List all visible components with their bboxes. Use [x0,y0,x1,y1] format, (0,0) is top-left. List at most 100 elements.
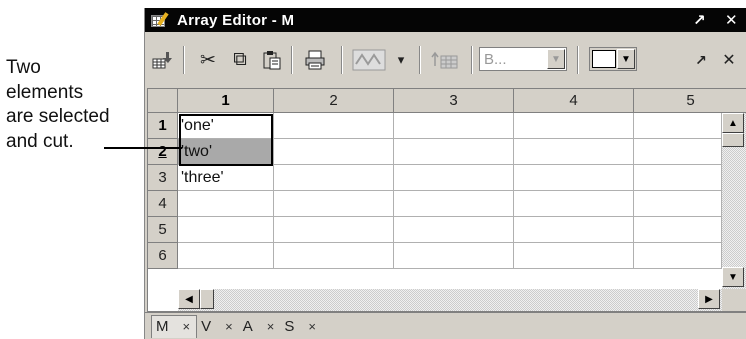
column-header[interactable]: 2 [274,89,394,113]
column-header[interactable]: 1 [178,89,274,113]
variable-tabs: M × V × A × S × [145,312,746,339]
size-combo-value [592,50,616,68]
grid-cell[interactable] [274,139,394,165]
tab-label: M [156,318,169,335]
tab-a[interactable]: A × [239,315,281,338]
grid-cell[interactable] [634,191,722,217]
vertical-scrollbar[interactable]: ▲ ▼ [722,113,746,289]
close-icon[interactable]: ✕ [719,47,739,73]
chevron-down-icon[interactable]: ▼ [617,49,635,69]
grid-cell[interactable] [514,217,634,243]
grid-cell[interactable] [178,217,274,243]
scroll-down-button[interactable]: ▼ [722,267,744,287]
grid-cell[interactable] [634,113,722,139]
grid-cell[interactable] [274,113,394,139]
tab-close-icon[interactable]: × [225,319,233,334]
toolbar: ✂ ⧉ ▾ B... ▼ ▼ ↗ ✕ [145,32,746,88]
row-header[interactable]: 1 [148,113,178,139]
grid-cell[interactable] [178,191,274,217]
undock-icon[interactable]: ↗ [693,11,706,29]
scroll-left-button[interactable]: ◀ [178,289,200,309]
grid-cell-selected[interactable]: 'two' [178,139,274,165]
import-data-button[interactable] [149,47,175,73]
grid-cell[interactable] [514,113,634,139]
grid-cell[interactable] [274,217,394,243]
vertical-scroll-thumb[interactable] [722,133,744,147]
tab-v[interactable]: V × [197,315,239,338]
annotation-line: Two [6,57,41,78]
tab-close-icon[interactable]: × [267,319,275,334]
grid-cell[interactable]: 'three' [178,165,274,191]
base-combo-value: B... [484,50,507,68]
paste-icon [263,51,281,70]
grid-cell[interactable] [178,243,274,269]
scroll-right-button[interactable]: ▶ [698,289,720,309]
plot-selection-button[interactable] [351,47,387,73]
sort-icon [431,51,458,69]
column-header[interactable]: 3 [394,89,514,113]
row-header[interactable]: 3 [148,165,178,191]
grid-cell[interactable]: 'one' [178,113,274,139]
grid-cell[interactable] [394,217,514,243]
annotation-line: elements [6,81,84,103]
annotation-line: and cut. [6,130,74,152]
horizontal-scroll-thumb[interactable] [200,289,214,309]
row-header[interactable]: 5 [148,217,178,243]
chevron-down-icon: ▾ [397,52,405,67]
scroll-up-button[interactable]: ▲ [722,113,744,133]
grid-cell[interactable] [274,165,394,191]
chevron-down-icon[interactable]: ▼ [547,49,565,69]
undock-icon[interactable]: ↗ [691,47,711,73]
array-editor-icon [151,12,171,28]
grid-corner[interactable] [148,89,178,113]
grid-cell[interactable] [514,243,634,269]
plot-dropdown-button[interactable]: ▾ [393,47,409,73]
grid-cell[interactable] [634,165,722,191]
row-header[interactable]: 6 [148,243,178,269]
annotation-text: Two elements are selected and cut. [6,56,146,154]
paste-button[interactable] [259,47,285,73]
scissors-icon: ✂ [200,49,216,71]
import-data-icon [152,52,172,69]
grid-cell[interactable] [274,243,394,269]
grid-cell[interactable] [394,191,514,217]
print-button[interactable] [301,47,329,73]
copy-button[interactable]: ⧉ [227,47,253,73]
grid-cell[interactable] [514,165,634,191]
grid-cell[interactable] [634,139,722,165]
grid-cell[interactable] [274,191,394,217]
grid-cell[interactable] [394,243,514,269]
copy-icon: ⧉ [233,49,247,70]
grid-cell[interactable] [394,165,514,191]
window-title: Array Editor - M [177,11,295,29]
scroll-corner [722,289,746,311]
plot-icon [352,49,386,71]
base-combo[interactable]: B... ▼ [479,47,567,71]
printer-icon [305,50,325,70]
tab-m[interactable]: M × [151,314,198,338]
grid-cell[interactable] [394,139,514,165]
size-combo[interactable]: ▼ [589,47,637,71]
grid-cell[interactable] [394,113,514,139]
tab-close-icon[interactable]: × [308,319,316,334]
sort-button[interactable] [429,47,463,73]
annotation-pointer-line [104,147,182,149]
column-header[interactable]: 5 [634,89,746,113]
tab-label: A [242,317,253,335]
close-icon[interactable]: ✕ [725,11,738,29]
tab-s[interactable]: S × [280,315,322,338]
array-grid: 1 2 3 4 5 1 2 3 4 5 6 'one' 'two' 'three… [147,88,746,312]
grid-cell[interactable] [514,139,634,165]
column-header[interactable]: 4 [514,89,634,113]
row-header[interactable]: 4 [148,191,178,217]
tab-label: S [284,317,295,335]
horizontal-scrollbar[interactable]: ◀ ▶ [178,289,722,311]
grid-cell[interactable] [514,191,634,217]
tab-label: V [201,317,212,335]
tab-close-icon[interactable]: × [183,319,191,334]
grid-cell[interactable] [634,243,722,269]
grid-cell[interactable] [634,217,722,243]
cut-button[interactable]: ✂ [195,47,221,73]
title-bar[interactable]: Array Editor - M ↗ ✕ [145,8,746,32]
row-header[interactable]: 2 [148,139,178,165]
